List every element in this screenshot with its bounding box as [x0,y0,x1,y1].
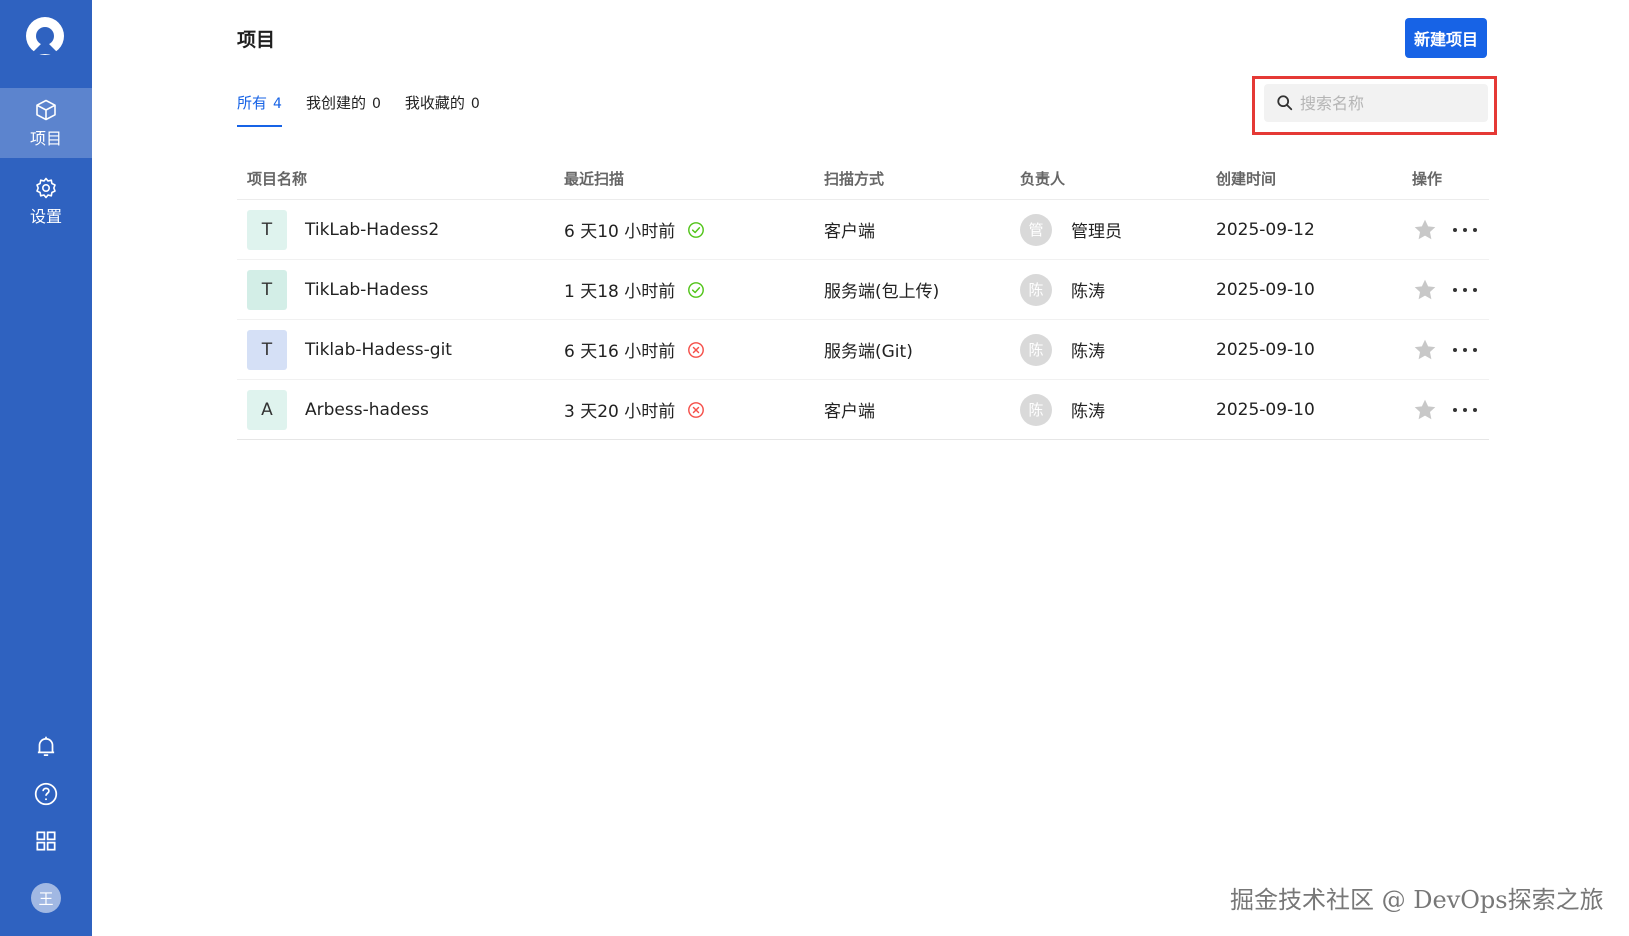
project-name-link[interactable]: TikLab-Hadess [305,280,428,300]
favorite-star-icon[interactable] [1412,217,1438,243]
user-avatar[interactable]: 王 [31,883,61,913]
more-options-icon[interactable] [1452,405,1478,415]
owner-avatar: 陈 [1020,273,1052,306]
cell-last-scan: 1 天18 小时前 [564,277,824,302]
cell-last-scan: 3 天20 小时前 [564,397,824,422]
last-scan-time: 1 天18 小时前 [564,282,676,302]
project-letter-icon: T [247,269,287,310]
tab-label: 所有 [237,94,268,112]
last-scan-time: 3 天20 小时前 [564,402,676,422]
column-header-actions: 操作 [1412,170,1443,188]
owner-avatar: 陈 [1020,393,1052,426]
tab-favorites[interactable]: 我收藏的 0 [405,92,480,127]
favorite-star-icon[interactable] [1412,337,1438,363]
cell-project-name: A Arbess-hadess [237,389,564,430]
cell-scan-method: 客户端 [824,222,875,242]
cell-created-date: 2025-09-10 [1216,339,1315,360]
table-row[interactable]: T TikLab-Hadess2 6 天10 小时前 客户端管管理员 2025-09-1… [237,200,1489,260]
owner-avatar: 管 [1020,213,1052,246]
tab-all[interactable]: 所有 4 [237,92,282,127]
cell-owner: 陈陈涛 [1020,393,1216,426]
cell-owner: 管管理员 [1020,213,1216,246]
tab-count: 0 [371,96,381,112]
project-name-link[interactable]: Arbess-hadess [305,400,429,420]
table-row[interactable]: A Arbess-hadess 3 天20 小时前 客户端陈陈涛 2025-09-10 [237,380,1489,440]
success-check-icon [688,221,705,238]
sidebar-item-projects[interactable]: 项目 [0,88,92,158]
table-row[interactable]: T Tiklab-Hadess-git 6 天16 小时前 服务端(Git) 陈陈涛 20… [237,320,1489,380]
search-box[interactable] [1264,84,1488,122]
owner-avatar: 陈 [1020,333,1052,366]
cell-project-name: T TikLab-Hadess2 [237,209,564,250]
search-icon [1277,95,1293,111]
grid-icon[interactable] [33,828,59,854]
last-scan-time: 6 天10 小时前 [564,222,676,242]
page-title: 项目 [237,29,276,51]
project-letter-icon: T [247,329,287,370]
project-table: 项目名称 最近扫描 扫描方式 负责人 创建时间 操作 T TikLab-Hades… [237,158,1489,440]
favorite-star-icon[interactable] [1412,277,1438,303]
tab-created-by-me[interactable]: 我创建的 0 [306,92,381,127]
project-letter-icon: T [247,209,287,250]
cell-scan-method: 服务端(包上传) [824,282,940,302]
project-letter-icon: A [247,389,287,430]
tab-count: 0 [470,96,480,112]
success-check-icon [688,281,705,298]
owner-name: 陈涛 [1071,282,1105,302]
project-name-link[interactable]: TikLab-Hadess2 [305,220,439,240]
column-header-created[interactable]: 创建时间 [1216,168,1412,189]
sidebar-item-settings[interactable]: 设置 [0,166,92,236]
tab-label: 我收藏的 [404,94,465,112]
column-header-owner[interactable]: 负责人 [1020,168,1216,189]
tab-bar: 所有 4 我创建的 0 我收藏的 0 [237,92,504,127]
more-options-icon[interactable] [1452,345,1478,355]
tab-count: 4 [273,96,282,112]
favorite-star-icon[interactable] [1412,397,1438,423]
app-logo-icon[interactable] [21,14,69,62]
table-body: T TikLab-Hadess2 6 天10 小时前 客户端管管理员 2025-09-1… [237,200,1489,440]
column-header-scan-method[interactable]: 扫描方式 [824,168,1020,189]
search-input[interactable] [1300,93,1480,113]
owner-name: 管理员 [1071,222,1122,242]
sidebar-item-label: 项目 [29,128,62,148]
last-scan-time: 6 天16 小时前 [564,342,676,362]
cell-scan-method: 客户端 [824,402,875,422]
sidebar-item-label: 设置 [29,206,62,226]
cell-owner: 陈陈涛 [1020,333,1216,366]
table-row[interactable]: T TikLab-Hadess 1 天18 小时前 服务端(包上传) 陈陈涛 2025-0… [237,260,1489,320]
watermark: 掘金技术社区 @ DevOps探索之旅 [1230,886,1604,914]
help-icon[interactable] [33,781,59,807]
cell-actions [1412,277,1489,303]
cell-created-date: 2025-09-10 [1216,399,1315,420]
cell-actions [1412,217,1489,243]
sidebar: 项目 设置 王 [0,0,92,936]
bell-icon[interactable] [33,734,59,760]
cell-project-name: T Tiklab-Hadess-git [237,329,564,370]
tab-label: 我创建的 [305,94,366,112]
table-header: 项目名称 最近扫描 扫描方式 负责人 创建时间 操作 [237,158,1489,200]
owner-name: 陈涛 [1071,342,1105,362]
new-project-button[interactable]: 新建项目 [1405,18,1487,58]
cell-scan-method: 服务端(Git) [824,342,913,362]
cell-project-name: T TikLab-Hadess [237,269,564,310]
cell-last-scan: 6 天10 小时前 [564,217,824,242]
cell-last-scan: 6 天16 小时前 [564,337,824,362]
cell-actions [1412,397,1489,423]
column-header-last-scan[interactable]: 最近扫描 [564,168,824,189]
more-options-icon[interactable] [1452,225,1478,235]
project-name-link[interactable]: Tiklab-Hadess-git [305,340,452,360]
cell-owner: 陈陈涛 [1020,273,1216,306]
cell-actions [1412,337,1489,363]
column-header-name[interactable]: 项目名称 [237,168,564,189]
owner-name: 陈涛 [1071,402,1105,422]
cell-created-date: 2025-09-12 [1216,219,1315,240]
cell-created-date: 2025-09-10 [1216,279,1315,300]
failed-x-icon [688,401,705,418]
cube-icon [36,99,56,120]
failed-x-icon [688,341,705,358]
gear-icon [36,177,56,198]
more-options-icon[interactable] [1452,285,1478,295]
